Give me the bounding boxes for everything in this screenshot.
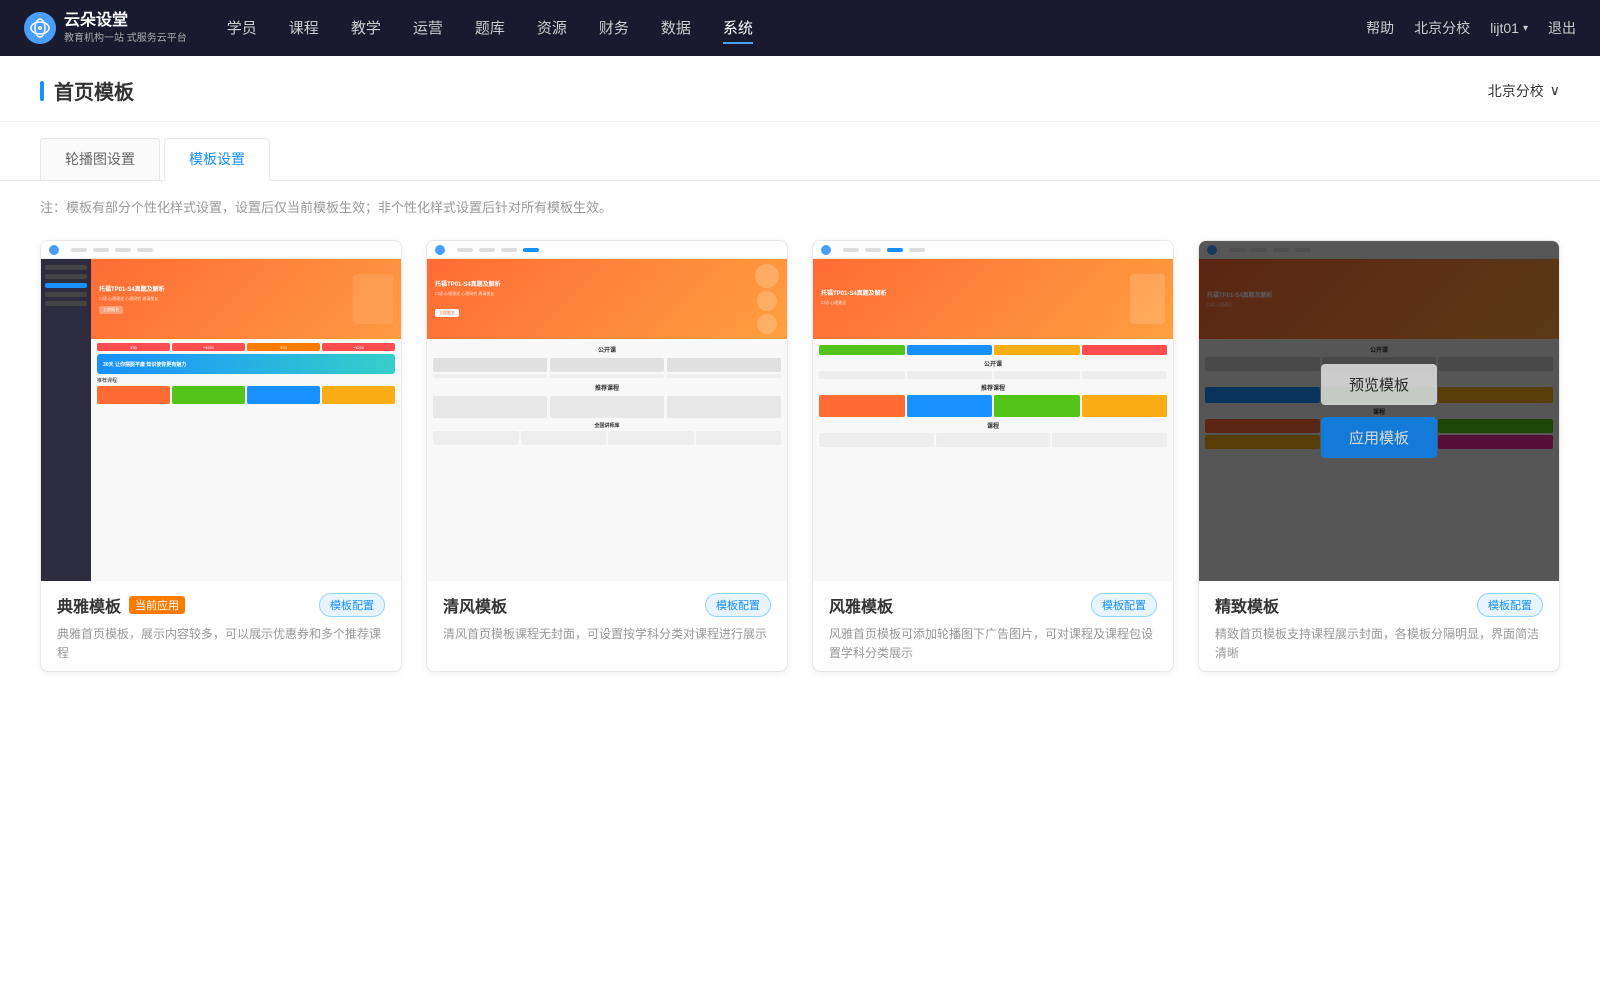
logo-text: 云朵设堂 教育机构一站 式服务云平台 xyxy=(64,11,187,45)
config-badge-classic[interactable]: 模板配置 xyxy=(319,593,385,617)
template-preview-classic: 托福TP01-S4真题及解析 口语 心理建议 心理研究 邀请朋友 立即报名 xyxy=(41,241,401,581)
logout-link[interactable]: 退出 xyxy=(1548,18,1576,38)
user-dropdown[interactable]: lijt01 ▾ xyxy=(1490,20,1528,36)
branch-label[interactable]: 北京分校 xyxy=(1414,18,1470,38)
templates-grid: 托福TP01-S4真题及解析 口语 心理建议 心理研究 邀请朋友 立即报名 xyxy=(0,232,1600,712)
template-preview-jingzhi: 托福TP01-S4真题及解析 口语 心理建议 公开课 推荐课程 xyxy=(1199,241,1559,581)
branch-chevron-icon: ∨ xyxy=(1550,82,1560,99)
page-header: 首页模板 北京分校 ∨ xyxy=(0,56,1600,122)
navbar-right: 帮助 北京分校 lijt01 ▾ 退出 xyxy=(1366,18,1576,38)
nav-item-students[interactable]: 学员 xyxy=(227,13,257,44)
template-footer-fengya: 风雅模板 模板配置 风雅首页模板可添加轮播图下广告图片，可对课程及课程包设置学科… xyxy=(813,581,1173,671)
nav-item-teaching[interactable]: 教学 xyxy=(351,13,381,44)
branch-selector[interactable]: 北京分校 ∨ xyxy=(1488,81,1560,101)
config-badge-fengya[interactable]: 模板配置 xyxy=(1091,593,1157,617)
template-name-fengya: 风雅模板 xyxy=(829,593,893,617)
template-footer-classic: 典雅模板 当前应用 模板配置 典雅首页模板，展示内容较多，可以展示优惠券和多个推… xyxy=(41,581,401,671)
nav-item-system[interactable]: 系统 xyxy=(723,13,753,44)
jingzhi-overlay: 预览模板 应用模板 xyxy=(1199,241,1559,581)
navbar: 云朵设堂 教育机构一站 式服务云平台 学员 课程 教学 运营 题库 资源 财务 … xyxy=(0,0,1600,56)
chevron-down-icon: ▾ xyxy=(1523,23,1528,34)
page-title-wrapper: 首页模板 xyxy=(40,76,134,105)
preview-jingzhi-button[interactable]: 预览模板 xyxy=(1321,364,1437,405)
template-desc-qingfeng: 清风首页模板课程无封面，可设置按学科分类对课程进行展示 xyxy=(443,625,771,644)
logo: 云朵设堂 教育机构一站 式服务云平台 xyxy=(24,11,187,45)
navbar-menu: 学员 课程 教学 运营 题库 资源 财务 数据 系统 xyxy=(227,13,1366,44)
nav-item-courses[interactable]: 课程 xyxy=(289,13,319,44)
tab-carousel[interactable]: 轮播图设置 xyxy=(40,138,160,180)
config-badge-qingfeng[interactable]: 模板配置 xyxy=(705,593,771,617)
nav-item-questions[interactable]: 题库 xyxy=(475,13,505,44)
template-name-row-classic: 典雅模板 当前应用 模板配置 xyxy=(57,593,385,617)
template-footer-jingzhi: 精致模板 模板配置 精致首页模板支持课程展示封面，各模板分隔明显，界面简洁清晰 xyxy=(1199,581,1559,671)
template-card-classic: 托福TP01-S4真题及解析 口语 心理建议 心理研究 邀请朋友 立即报名 xyxy=(40,240,402,672)
template-card-fengya: 托福TP01-S4真题及解析 口语 心理建议 公开课 xyxy=(812,240,1174,672)
apply-jingzhi-button[interactable]: 应用模板 xyxy=(1321,417,1437,458)
template-name-classic: 典雅模板 xyxy=(57,593,121,617)
template-name-row-qingfeng: 清风模板 模板配置 xyxy=(443,593,771,617)
template-desc-fengya: 风雅首页模板可添加轮播图下广告图片，可对课程及课程包设置学科分类展示 xyxy=(829,625,1157,663)
template-desc-jingzhi: 精致首页模板支持课程展示封面，各模板分隔明显，界面简洁清晰 xyxy=(1215,625,1543,663)
template-footer-qingfeng: 清风模板 模板配置 清风首页模板课程无封面，可设置按学科分类对课程进行展示 xyxy=(427,581,787,652)
template-preview-fengya: 托福TP01-S4真题及解析 口语 心理建议 公开课 xyxy=(813,241,1173,581)
current-badge-classic: 当前应用 xyxy=(129,596,185,614)
template-card-qingfeng: 托福TP01-S4真题及解析 口语 心理建议 心理研究 邀请朋友 立即报名 公开… xyxy=(426,240,788,672)
config-badge-jingzhi[interactable]: 模板配置 xyxy=(1477,593,1543,617)
page-title-bar xyxy=(40,81,44,101)
template-name-row-jingzhi: 精致模板 模板配置 xyxy=(1215,593,1543,617)
nav-item-finance[interactable]: 财务 xyxy=(599,13,629,44)
help-link[interactable]: 帮助 xyxy=(1366,18,1394,38)
nav-item-data[interactable]: 数据 xyxy=(661,13,691,44)
tabs-container: 轮播图设置 模板设置 xyxy=(0,122,1600,181)
template-name-qingfeng: 清风模板 xyxy=(443,593,507,617)
notice-bar: 注：模板有部分个性化样式设置，设置后仅当前模板生效；非个性化样式设置后针对所有模… xyxy=(0,181,1600,232)
template-name-row-fengya: 风雅模板 模板配置 xyxy=(829,593,1157,617)
main-content: 首页模板 北京分校 ∨ 轮播图设置 模板设置 注：模板有部分个性化样式设置，设置… xyxy=(0,56,1600,990)
tab-template[interactable]: 模板设置 xyxy=(164,138,270,181)
nav-item-operations[interactable]: 运营 xyxy=(413,13,443,44)
template-preview-qingfeng: 托福TP01-S4真题及解析 口语 心理建议 心理研究 邀请朋友 立即报名 公开… xyxy=(427,241,787,581)
template-card-jingzhi: 托福TP01-S4真题及解析 口语 心理建议 公开课 推荐课程 xyxy=(1198,240,1560,672)
logo-icon xyxy=(24,12,56,44)
nav-item-resources[interactable]: 资源 xyxy=(537,13,567,44)
page-title: 首页模板 xyxy=(54,76,134,105)
template-desc-classic: 典雅首页模板，展示内容较多，可以展示优惠券和多个推荐课程 xyxy=(57,625,385,663)
template-name-jingzhi: 精致模板 xyxy=(1215,593,1279,617)
